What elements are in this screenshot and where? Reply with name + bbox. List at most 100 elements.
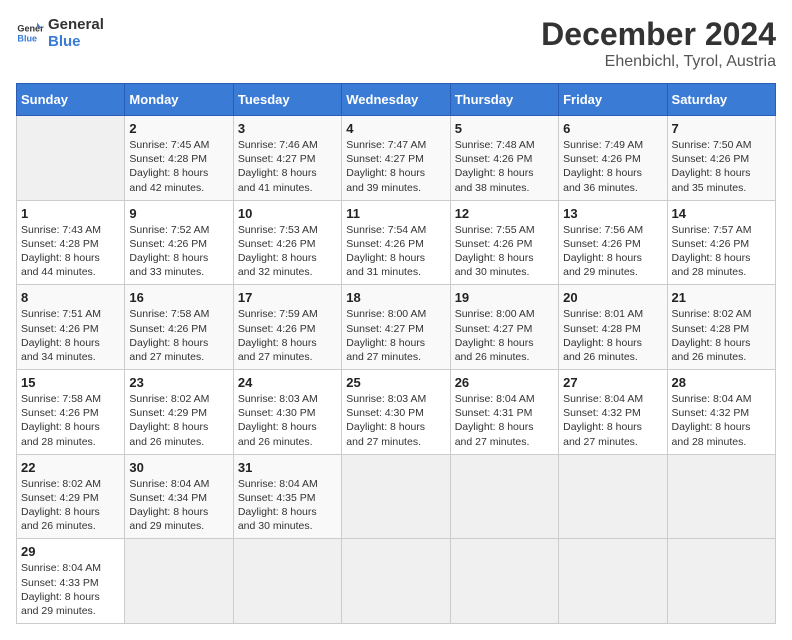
day-info: Sunrise: 8:04 AMSunset: 4:34 PMDaylight:…	[129, 477, 228, 534]
day-cell	[667, 539, 775, 624]
day-header-wednesday: Wednesday	[342, 84, 450, 116]
day-header-thursday: Thursday	[450, 84, 558, 116]
day-number: 27	[563, 375, 662, 390]
day-info: Sunrise: 7:50 AMSunset: 4:26 PMDaylight:…	[672, 138, 771, 195]
day-cell	[450, 539, 558, 624]
day-cell	[559, 454, 667, 539]
day-number: 12	[455, 206, 554, 221]
day-number: 11	[346, 206, 445, 221]
day-cell: 11 Sunrise: 7:54 AMSunset: 4:26 PMDayligh…	[342, 200, 450, 285]
day-number: 14	[672, 206, 771, 221]
week-row-0: 2Sunrise: 7:45 AMSunset: 4:28 PMDaylight…	[17, 116, 776, 201]
logo-general: General	[48, 16, 104, 33]
day-cell: 18Sunrise: 8:00 AMSunset: 4:27 PMDayligh…	[342, 285, 450, 370]
day-info: Sunrise: 8:00 AMSunset: 4:27 PMDaylight:…	[455, 307, 554, 364]
day-info: Sunrise: 8:02 AMSunset: 4:29 PMDaylight:…	[21, 477, 120, 534]
day-info: Sunrise: 7:52 AMSunset: 4:26 PMDaylight:…	[129, 223, 228, 280]
day-cell	[17, 116, 125, 201]
day-cell: 16 Sunrise: 7:58 AMSunset: 4:26 PMDayligh…	[125, 285, 233, 370]
day-cell: 21Sunrise: 8:02 AMSunset: 4:28 PMDayligh…	[667, 285, 775, 370]
day-number: 6	[563, 121, 662, 136]
day-cell: 27 Sunrise: 8:04 AMSunset: 4:32 PMDayligh…	[559, 370, 667, 455]
week-row-1: 1Sunrise: 7:43 AMSunset: 4:28 PMDaylight…	[17, 200, 776, 285]
day-cell: 15 Sunrise: 7:58 AMSunset: 4:26 PMDayligh…	[17, 370, 125, 455]
svg-text:Blue: Blue	[17, 33, 37, 43]
day-info: Sunrise: 8:01 AMSunset: 4:28 PMDaylight:…	[563, 307, 662, 364]
day-number: 3	[238, 121, 337, 136]
day-cell: 1Sunrise: 7:43 AMSunset: 4:28 PMDaylight…	[17, 200, 125, 285]
logo-blue: Blue	[48, 33, 104, 50]
day-number: 7	[672, 121, 771, 136]
day-number: 10	[238, 206, 337, 221]
day-header-monday: Monday	[125, 84, 233, 116]
day-number: 16	[129, 290, 228, 305]
day-number: 15	[21, 375, 120, 390]
day-cell: 12 Sunrise: 7:55 AMSunset: 4:26 PMDayligh…	[450, 200, 558, 285]
day-cell	[125, 539, 233, 624]
day-cell: 31 Sunrise: 8:04 AMSunset: 4:35 PMDayligh…	[233, 454, 341, 539]
day-cell: 17Sunrise: 7:59 AMSunset: 4:26 PMDayligh…	[233, 285, 341, 370]
day-info: Sunrise: 8:04 AMSunset: 4:31 PMDaylight:…	[455, 392, 554, 449]
day-info: Sunrise: 7:55 AMSunset: 4:26 PMDaylight:…	[455, 223, 554, 280]
day-cell	[342, 539, 450, 624]
day-number: 8	[21, 290, 120, 305]
week-row-5: 29Sunrise: 8:04 AMSunset: 4:33 PMDayligh…	[17, 539, 776, 624]
header-row: SundayMondayTuesdayWednesdayThursdayFrid…	[17, 84, 776, 116]
day-info: Sunrise: 8:00 AMSunset: 4:27 PMDaylight:…	[346, 307, 445, 364]
day-cell: 29Sunrise: 8:04 AMSunset: 4:33 PMDayligh…	[17, 539, 125, 624]
day-number: 4	[346, 121, 445, 136]
day-info: Sunrise: 8:04 AMSunset: 4:32 PMDaylight:…	[563, 392, 662, 449]
day-header-sunday: Sunday	[17, 84, 125, 116]
day-cell: 6 Sunrise: 7:49 AMSunset: 4:26 PMDaylight…	[559, 116, 667, 201]
day-info: Sunrise: 7:53 AMSunset: 4:26 PMDaylight:…	[238, 223, 337, 280]
day-cell: 13Sunrise: 7:56 AMSunset: 4:26 PMDayligh…	[559, 200, 667, 285]
day-info: Sunrise: 7:43 AMSunset: 4:28 PMDaylight:…	[21, 223, 120, 280]
month-title: December 2024	[541, 16, 776, 53]
day-cell: 7 Sunrise: 7:50 AMSunset: 4:26 PMDaylight…	[667, 116, 775, 201]
day-info: Sunrise: 7:51 AMSunset: 4:26 PMDaylight:…	[21, 307, 120, 364]
day-cell: 14 Sunrise: 7:57 AMSunset: 4:26 PMDayligh…	[667, 200, 775, 285]
day-info: Sunrise: 8:04 AMSunset: 4:33 PMDaylight:…	[21, 561, 120, 618]
day-info: Sunrise: 7:57 AMSunset: 4:26 PMDaylight:…	[672, 223, 771, 280]
day-number: 30	[129, 460, 228, 475]
day-info: Sunrise: 7:46 AMSunset: 4:27 PMDaylight:…	[238, 138, 337, 195]
day-cell: 25 Sunrise: 8:03 AMSunset: 4:30 PMDayligh…	[342, 370, 450, 455]
day-cell: 10 Sunrise: 7:53 AMSunset: 4:26 PMDayligh…	[233, 200, 341, 285]
day-info: Sunrise: 7:58 AMSunset: 4:26 PMDaylight:…	[21, 392, 120, 449]
day-info: Sunrise: 8:03 AMSunset: 4:30 PMDaylight:…	[346, 392, 445, 449]
day-cell: 22Sunrise: 8:02 AMSunset: 4:29 PMDayligh…	[17, 454, 125, 539]
day-header-tuesday: Tuesday	[233, 84, 341, 116]
location-title: Ehenbichl, Tyrol, Austria	[541, 53, 776, 71]
day-header-saturday: Saturday	[667, 84, 775, 116]
svg-text:General: General	[17, 24, 44, 34]
day-info: Sunrise: 7:56 AMSunset: 4:26 PMDaylight:…	[563, 223, 662, 280]
day-info: Sunrise: 7:58 AMSunset: 4:26 PMDaylight:…	[129, 307, 228, 364]
day-number: 20	[563, 290, 662, 305]
day-cell	[233, 539, 341, 624]
day-info: Sunrise: 7:48 AMSunset: 4:26 PMDaylight:…	[455, 138, 554, 195]
day-info: Sunrise: 7:54 AMSunset: 4:26 PMDaylight:…	[346, 223, 445, 280]
week-row-2: 8 Sunrise: 7:51 AMSunset: 4:26 PMDaylight…	[17, 285, 776, 370]
day-cell	[450, 454, 558, 539]
logo-icon: General Blue	[16, 19, 44, 47]
day-info: Sunrise: 7:49 AMSunset: 4:26 PMDaylight:…	[563, 138, 662, 195]
day-info: Sunrise: 7:47 AMSunset: 4:27 PMDaylight:…	[346, 138, 445, 195]
day-number: 31	[238, 460, 337, 475]
day-cell: 9Sunrise: 7:52 AMSunset: 4:26 PMDaylight…	[125, 200, 233, 285]
day-number: 24	[238, 375, 337, 390]
header: General Blue General Blue December 2024 …	[16, 16, 776, 71]
day-info: Sunrise: 8:02 AMSunset: 4:28 PMDaylight:…	[672, 307, 771, 364]
day-cell: 20 Sunrise: 8:01 AMSunset: 4:28 PMDayligh…	[559, 285, 667, 370]
day-cell: 8 Sunrise: 7:51 AMSunset: 4:26 PMDaylight…	[17, 285, 125, 370]
calendar-table: SundayMondayTuesdayWednesdayThursdayFrid…	[16, 83, 776, 624]
day-number: 19	[455, 290, 554, 305]
day-cell: 30 Sunrise: 8:04 AMSunset: 4:34 PMDayligh…	[125, 454, 233, 539]
day-number: 17	[238, 290, 337, 305]
day-cell: 24 Sunrise: 8:03 AMSunset: 4:30 PMDayligh…	[233, 370, 341, 455]
day-number: 25	[346, 375, 445, 390]
day-number: 23	[129, 375, 228, 390]
day-info: Sunrise: 8:04 AMSunset: 4:35 PMDaylight:…	[238, 477, 337, 534]
day-cell: 23Sunrise: 8:02 AMSunset: 4:29 PMDayligh…	[125, 370, 233, 455]
day-header-friday: Friday	[559, 84, 667, 116]
day-info: Sunrise: 8:03 AMSunset: 4:30 PMDaylight:…	[238, 392, 337, 449]
